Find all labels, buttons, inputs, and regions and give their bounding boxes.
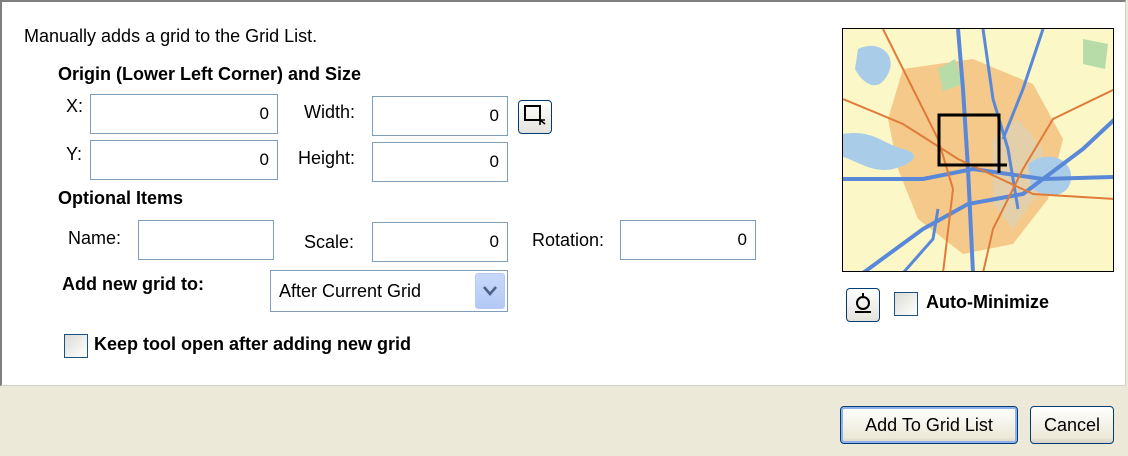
keep-open-checkbox[interactable] — [64, 334, 88, 358]
chevron-down-icon[interactable] — [475, 273, 505, 309]
x-field[interactable]: 0 — [90, 94, 278, 134]
y-field[interactable]: 0 — [90, 140, 278, 180]
description-text: Manually adds a grid to the Grid List. — [24, 26, 318, 46]
name-label: Name: — [68, 228, 122, 248]
height-field[interactable]: 0 — [372, 142, 508, 182]
footer-bar: Add To Grid List Cancel — [0, 386, 1128, 456]
magnifier-locate-icon — [851, 291, 875, 320]
draw-extent-button[interactable] — [518, 100, 552, 134]
scale-label: Scale: — [304, 232, 355, 252]
rotation-label: Rotation: — [532, 230, 605, 250]
add-to-dropdown[interactable]: After Current Grid — [270, 270, 508, 312]
rotation-field[interactable]: 0 — [620, 220, 756, 260]
name-field[interactable] — [138, 220, 274, 260]
height-label: Height: — [298, 148, 356, 168]
auto-minimize-label: Auto-Minimize — [926, 292, 1049, 312]
add-to-selected: After Current Grid — [279, 281, 422, 301]
x-label: X: — [66, 96, 84, 116]
auto-minimize-checkbox[interactable] — [894, 292, 918, 316]
add-to-label: Add new grid to: — [62, 274, 204, 294]
width-field[interactable]: 0 — [372, 96, 508, 136]
cancel-button[interactable]: Cancel — [1030, 406, 1114, 444]
y-label: Y: — [66, 144, 83, 164]
map-preview[interactable] — [842, 28, 1114, 272]
optional-section-title: Optional Items — [58, 188, 184, 208]
map-graphic — [843, 29, 1113, 271]
locate-button[interactable] — [846, 288, 880, 322]
scale-field[interactable]: 0 — [372, 222, 508, 262]
width-label: Width: — [304, 102, 356, 122]
draw-rectangle-icon — [523, 103, 547, 132]
origin-section-title: Origin (Lower Left Corner) and Size — [58, 64, 362, 84]
add-to-grid-list-button[interactable]: Add To Grid List — [840, 406, 1018, 444]
tool-panel: Manually adds a grid to the Grid List. O… — [0, 0, 1126, 386]
keep-open-label: Keep tool open after adding new grid — [94, 334, 412, 354]
